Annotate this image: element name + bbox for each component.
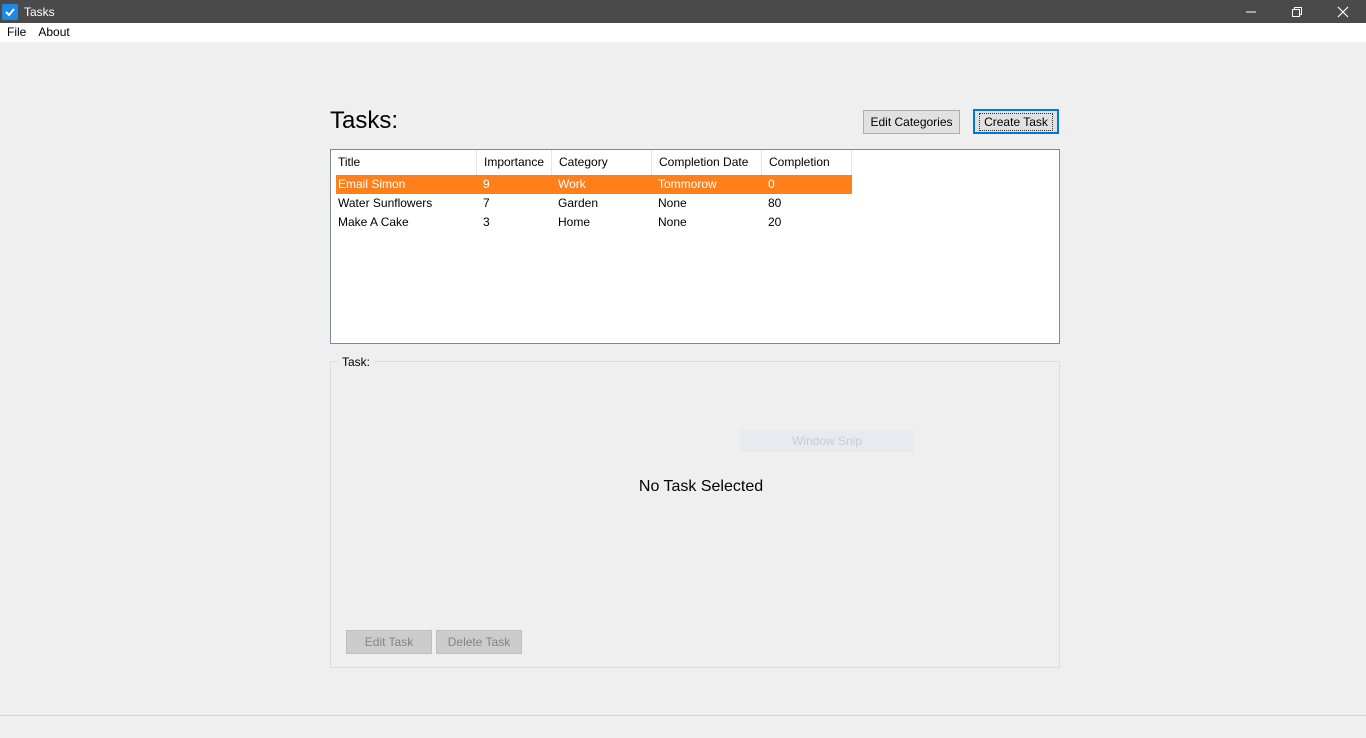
menu-about[interactable]: About [32,23,75,42]
page-title: Tasks: [330,107,399,134]
status-bar [0,715,1366,738]
cell-category: Work [558,177,586,191]
cell-completion-date: None [658,196,687,210]
task-panel-label: Task: [338,355,375,369]
cell-importance: 7 [483,196,490,210]
task-detail-panel [330,361,1060,668]
close-button[interactable] [1320,0,1366,23]
table-header: Title Importance Category Completion Dat… [331,150,852,175]
menu-bar: File About [0,23,1366,42]
minimize-icon [1246,11,1256,12]
cell-category: Garden [558,196,599,210]
cell-title: Water Sunflowers [338,196,433,210]
cell-importance: 9 [483,177,490,191]
window-title: Tasks [24,4,55,19]
cell-completion-date: Tommorow [658,177,717,191]
column-title[interactable]: Title [331,150,477,175]
menu-file[interactable]: File [0,23,32,42]
cell-completion: 80 [768,196,782,210]
restore-icon [1292,6,1302,17]
column-category[interactable]: Category [552,150,652,175]
create-task-button[interactable]: Create Task [973,109,1059,134]
minimize-button[interactable] [1228,0,1274,23]
column-completion-date[interactable]: Completion Date [652,150,762,175]
task-list[interactable]: Title Importance Category Completion Dat… [330,149,1060,344]
title-bar: Tasks [0,0,1366,23]
column-completion[interactable]: Completion [762,150,852,175]
delete-task-button[interactable]: Delete Task [436,630,522,654]
table-row[interactable]: Email Simon 9 Work Tommorow 0 [336,175,852,194]
cell-title: Email Simon [338,177,406,191]
cell-completion: 0 [768,177,775,191]
cell-category: Home [558,215,591,229]
create-task-label: Create Task [979,112,1053,131]
edit-categories-button[interactable]: Edit Categories [863,110,960,134]
no-task-message: No Task Selected [638,478,764,495]
cell-completion-date: None [658,215,687,229]
cell-importance: 3 [483,215,490,229]
close-icon [1337,6,1349,17]
table-row[interactable]: Make A Cake 3 Home None 20 [336,213,852,232]
restore-button[interactable] [1274,0,1320,23]
edit-task-button[interactable]: Edit Task [346,630,432,654]
cell-title: Make A Cake [338,215,409,229]
cell-completion: 20 [768,215,782,229]
window-snip-overlay: Window Snip [740,430,914,452]
column-importance[interactable]: Importance [477,150,552,175]
tasks-app-icon [2,3,18,20]
table-row[interactable]: Water Sunflowers 7 Garden None 80 [336,194,852,213]
